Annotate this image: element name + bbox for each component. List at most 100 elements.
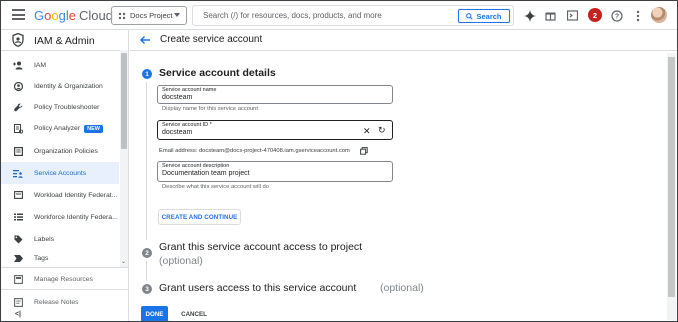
service-account-description-field[interactable]: Service account description Documentatio… bbox=[157, 161, 393, 182]
arrow-back-icon[interactable] bbox=[139, 34, 151, 46]
tag-icon bbox=[13, 234, 23, 244]
sidebar-item-policy-troubleshooter[interactable]: Policy Troubleshooter bbox=[1, 96, 119, 118]
sidebar: IAM & Admin IAM Identity & Organization … bbox=[1, 30, 129, 321]
field-hint: Describe what this service account will … bbox=[162, 184, 269, 190]
service-account-name-field[interactable]: Service account name docsteam bbox=[157, 85, 393, 104]
sidebar-scroll-thumb[interactable] bbox=[121, 53, 127, 149]
sidebar-item-service-accounts[interactable]: Service Accounts bbox=[1, 162, 119, 184]
svg-text:?: ? bbox=[614, 13, 618, 20]
step-connector bbox=[146, 261, 147, 281]
sidebar-item-label: Policy Analyzer bbox=[34, 125, 81, 132]
step-1-number: 1 bbox=[142, 69, 152, 79]
create-and-continue-button[interactable]: CREATE AND CONTINUE bbox=[158, 209, 241, 225]
sidebar-header: IAM & Admin bbox=[1, 30, 128, 51]
app-window: GoogleCloud Docs Project Search 2 ? bbox=[0, 0, 678, 322]
card-icon bbox=[13, 190, 23, 200]
clear-icon[interactable]: ✕ bbox=[363, 126, 371, 137]
sidebar-item-label: Workforce Identity Federa... bbox=[34, 213, 118, 221]
sidebar-item-workforce-identity-federation[interactable]: Workforce Identity Federa... bbox=[1, 206, 119, 228]
menu-icon[interactable] bbox=[12, 9, 25, 20]
step-3-number: 3 bbox=[142, 284, 152, 294]
sidebar-item-label: IAM bbox=[34, 61, 47, 69]
collapse-sidebar-button[interactable]: <| bbox=[1, 307, 119, 321]
field-label: Service account description bbox=[162, 163, 230, 169]
step-connector bbox=[146, 82, 147, 240]
service-account-id-field[interactable]: Service account ID * docsteam ✕ ↻ bbox=[157, 120, 393, 140]
wrench-icon bbox=[13, 102, 23, 112]
sidebar-item-label: Identity & Organization bbox=[34, 82, 103, 90]
page-title: Create service account bbox=[160, 34, 263, 45]
sidebar-item-tags[interactable]: Tags bbox=[1, 249, 119, 267]
field-value: Documentation team project bbox=[162, 170, 250, 177]
step-2-optional: (optional) bbox=[159, 255, 203, 267]
main-content: Create service account 1 Service account… bbox=[130, 30, 677, 321]
sidebar-item-label: Workload Identity Federat... bbox=[34, 191, 118, 199]
step-2-number: 2 bbox=[142, 248, 152, 258]
sidebar-item-label: Labels bbox=[34, 235, 55, 243]
sidebar-item-label: Manage Resources bbox=[34, 275, 93, 283]
search-icon bbox=[466, 12, 474, 20]
manage-resources-icon bbox=[13, 274, 23, 284]
document-icon bbox=[13, 146, 23, 156]
gemini-sparkle-icon[interactable] bbox=[523, 9, 536, 22]
done-button[interactable]: DONE bbox=[141, 306, 168, 321]
sidebar-item-label-group: Policy Analyzer NEW bbox=[34, 125, 103, 133]
sidebar-item-policy-analyzer[interactable]: Policy Analyzer NEW bbox=[1, 118, 119, 140]
scroll-down-icon[interactable]: ⌄ bbox=[121, 258, 126, 265]
step-2-title[interactable]: Grant this service account access to pro… bbox=[159, 241, 362, 253]
sidebar-item-labels[interactable]: Labels bbox=[1, 228, 119, 250]
chevron-tag-icon bbox=[13, 253, 23, 263]
step-1-title: Service account details bbox=[159, 67, 276, 79]
sidebar-item-identity-organization[interactable]: Identity & Organization bbox=[1, 75, 119, 97]
chevron-down-icon bbox=[174, 13, 180, 17]
sidebar-item-label: Release Notes bbox=[34, 298, 79, 306]
service-account-icon bbox=[13, 168, 23, 178]
list-icon bbox=[13, 212, 23, 222]
sidebar-item-label: Organization Policies bbox=[34, 147, 98, 155]
new-badge: NEW bbox=[84, 125, 103, 133]
field-hint: Display name for this service account bbox=[162, 106, 259, 112]
sidebar-title: IAM & Admin bbox=[34, 35, 95, 47]
copy-icon[interactable] bbox=[360, 147, 368, 155]
avatar[interactable] bbox=[651, 7, 667, 23]
project-dots-icon bbox=[118, 12, 126, 19]
cloud-shell-icon[interactable] bbox=[566, 9, 579, 22]
sidebar-item-organization-policies[interactable]: Organization Policies bbox=[1, 140, 119, 162]
step-3-title[interactable]: Grant users access to this service accou… bbox=[159, 282, 356, 294]
sidebar-item-label: Policy Troubleshooter bbox=[34, 103, 100, 111]
sidebar-item-manage-resources[interactable]: Manage Resources bbox=[1, 268, 119, 290]
collapse-icon: <| bbox=[14, 310, 22, 318]
sidebar-item-workload-identity-federation[interactable]: Workload Identity Federat... bbox=[1, 184, 119, 206]
sidebar-item-iam[interactable]: IAM bbox=[1, 54, 119, 76]
sidebar-item-label: Service Accounts bbox=[34, 169, 87, 177]
release-notes-icon bbox=[13, 297, 23, 307]
notifications-badge[interactable]: 2 bbox=[588, 8, 602, 22]
shield-icon bbox=[12, 33, 24, 47]
field-label: Service account name bbox=[162, 87, 217, 93]
top-bar: GoogleCloud Docs Project Search 2 ? bbox=[1, 1, 677, 30]
gift-icon[interactable] bbox=[544, 9, 557, 22]
person-add-icon bbox=[13, 60, 23, 70]
policy-analyzer-icon bbox=[13, 124, 23, 134]
sidebar-scrollbar[interactable]: ⌄ bbox=[120, 50, 128, 267]
refresh-icon[interactable]: ↻ bbox=[378, 125, 386, 136]
main-scrollbar[interactable] bbox=[667, 53, 676, 320]
page-header: Create service account bbox=[130, 30, 677, 51]
search-bar: Search bbox=[192, 5, 514, 26]
field-value: docsteam bbox=[162, 94, 193, 101]
search-button[interactable]: Search bbox=[458, 9, 510, 23]
more-vert-icon[interactable] bbox=[631, 9, 644, 22]
cancel-button[interactable]: CANCEL bbox=[176, 306, 212, 321]
step-3-optional: (optional) bbox=[380, 282, 424, 294]
account-icon bbox=[13, 81, 23, 91]
project-name: Docs Project bbox=[130, 11, 173, 20]
email-address-text: Email address: docsteam@docs-project-470… bbox=[159, 148, 350, 154]
search-input[interactable] bbox=[203, 11, 453, 20]
help-icon[interactable]: ? bbox=[610, 9, 623, 22]
google-cloud-logo[interactable]: Google Cloud bbox=[34, 8, 113, 23]
sidebar-divider bbox=[1, 289, 128, 290]
field-value: docsteam bbox=[162, 129, 193, 136]
main-scroll-thumb[interactable] bbox=[668, 57, 675, 297]
project-picker[interactable]: Docs Project bbox=[111, 6, 187, 25]
sidebar-item-label: Tags bbox=[34, 254, 49, 262]
